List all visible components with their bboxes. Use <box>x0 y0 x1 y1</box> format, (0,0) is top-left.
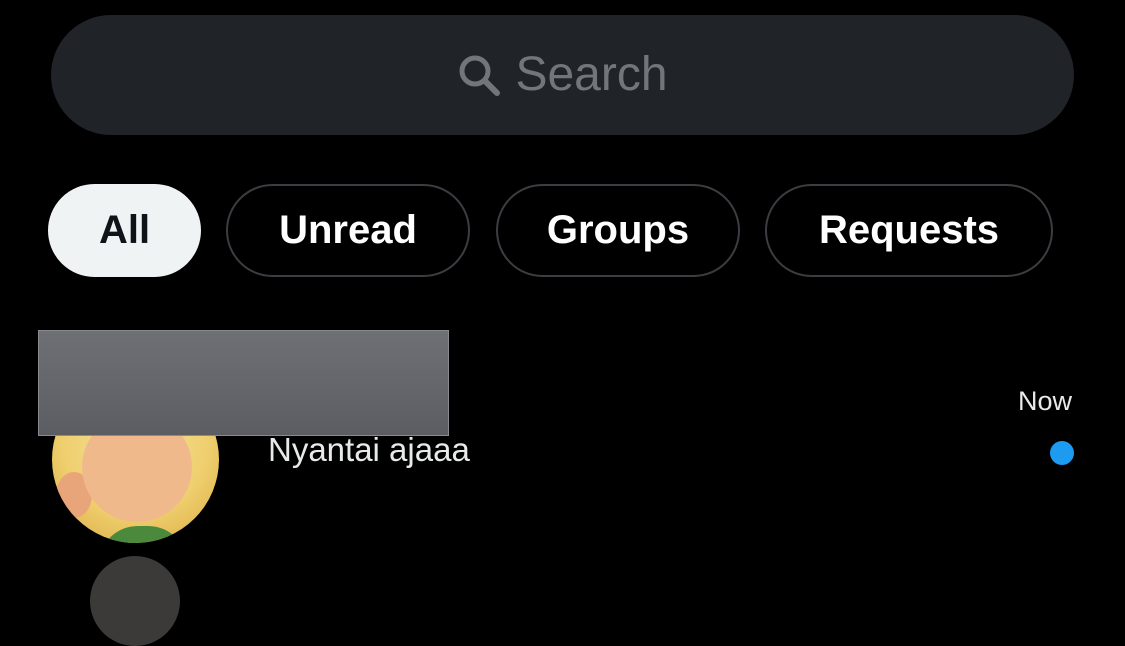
message-timestamp: Now <box>1017 386 1072 416</box>
filter-chips: All Unread Groups Requests <box>48 184 1058 281</box>
filter-chip-requests[interactable]: Requests <box>765 184 1053 277</box>
filter-chip-all[interactable]: All <box>48 184 201 277</box>
search-content: Search <box>457 48 668 101</box>
search-bar[interactable]: Search <box>51 15 1074 135</box>
filter-chip-groups[interactable]: Groups <box>496 184 740 277</box>
message-preview: Nyantai ajaaa <box>268 431 470 468</box>
search-placeholder: Search <box>515 48 668 101</box>
avatar-shirt <box>98 526 188 543</box>
unread-dot-icon <box>1050 441 1074 465</box>
search-icon <box>457 53 501 97</box>
next-conversation-avatar[interactable] <box>90 556 180 646</box>
redacted-name-block <box>38 330 449 436</box>
conversation-row[interactable]: Nyantai ajaaa Now <box>0 330 1125 543</box>
filter-chip-unread[interactable]: Unread <box>226 184 470 277</box>
